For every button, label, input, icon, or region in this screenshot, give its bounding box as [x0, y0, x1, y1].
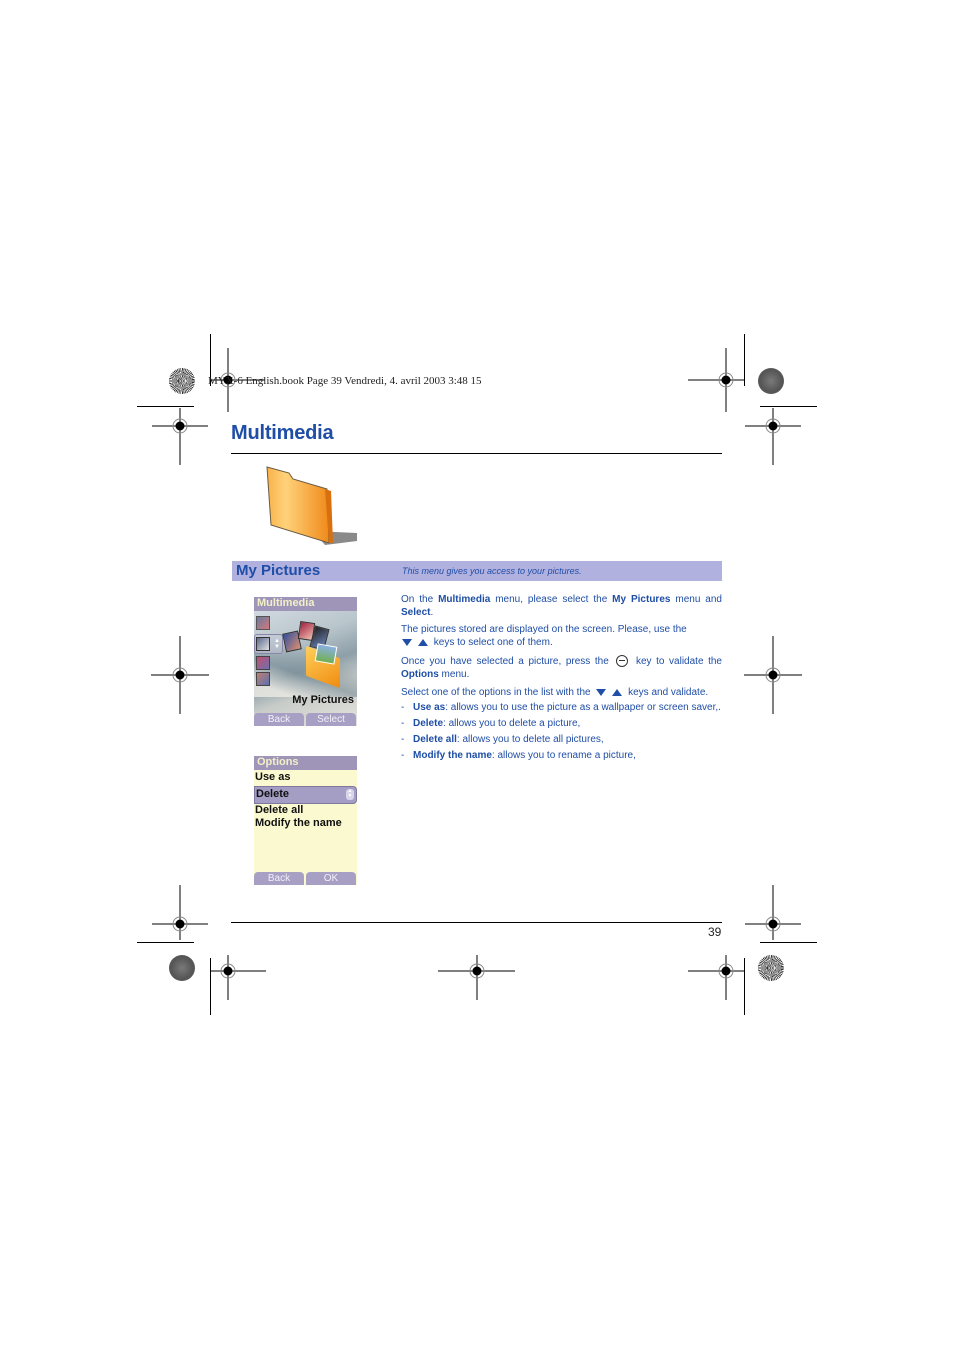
text: The pictures stored are displayed on the…: [401, 624, 687, 635]
scroll-arrows-icon: ▲ ▼: [274, 638, 280, 650]
phone-screen-options: Options Use as Delete ▲ ▼ Delete all Modi…: [254, 756, 357, 885]
bold-term: Multimedia: [438, 594, 491, 605]
color-target-icon: [758, 955, 784, 981]
registration-mark-icon: [688, 348, 744, 412]
crop-mark: [210, 958, 211, 1015]
screen-title: Multimedia: [257, 597, 315, 609]
screen-title-bar: Multimedia: [254, 597, 357, 611]
menu-icon-pictures[interactable]: [256, 637, 270, 651]
text: : allows you to rename a picture,: [491, 750, 636, 761]
list-item: - Delete: allows you to delete a picture,: [401, 718, 581, 729]
ok-softkey[interactable]: OK: [306, 872, 356, 885]
bold-term: Options: [401, 669, 439, 680]
text: key to validate the: [631, 656, 722, 667]
color-target-icon: [169, 368, 195, 394]
menu-icon-other[interactable]: [256, 672, 270, 686]
down-key-icon: [402, 638, 412, 646]
option-delete-selected[interactable]: Delete ▲ ▼: [254, 786, 357, 804]
text: .: [430, 607, 434, 618]
landscape-photo-icon: [314, 643, 338, 665]
gray-target-icon: [758, 368, 784, 394]
screen-title-bar: Options: [254, 756, 357, 770]
section-header: My Pictures This menu gives you access t…: [232, 561, 722, 581]
print-header: MYX-6 English.book Page 39 Vendredi, 4. …: [208, 375, 482, 387]
bold-term: Use as: [413, 702, 446, 713]
option-delete: Delete: [256, 788, 290, 800]
up-key-icon: [612, 688, 623, 696]
crop-mark: [760, 406, 817, 407]
section-title: My Pictures: [236, 562, 321, 579]
registration-mark-icon: [745, 408, 801, 465]
option-delete-all[interactable]: Delete all: [255, 804, 303, 816]
registration-mark-icon: [744, 636, 802, 714]
bold-term: Select: [401, 607, 431, 618]
softkey-bar: Back OK: [254, 872, 357, 885]
phone-screen-multimedia: Multimedia ▲ ▼ My Pictures Back Select: [254, 597, 357, 726]
footer-divider: [231, 922, 722, 923]
text: keys to select one of them.: [431, 637, 553, 648]
list-item: - Delete all: allows you to delete all pi…: [401, 734, 604, 745]
registration-mark-icon: [688, 955, 744, 1000]
back-softkey[interactable]: Back: [254, 872, 304, 885]
registration-mark-icon: [151, 636, 209, 714]
registration-mark-icon: [745, 885, 801, 940]
text: On the: [401, 594, 439, 605]
selected-menu-label: My Pictures: [292, 694, 354, 706]
gray-target-icon: [169, 955, 195, 981]
section-description: This menu gives you access to your pictu…: [402, 566, 582, 576]
bold-term: My Pictures: [612, 594, 671, 605]
menu-icon-sounds[interactable]: [256, 656, 270, 670]
registration-mark-icon: [152, 408, 208, 465]
option-use-as[interactable]: Use as: [255, 771, 290, 783]
paragraph-intro: On the Multimedia menu, please select th…: [401, 593, 722, 619]
text: : allows you to delete all pictures,: [456, 734, 604, 745]
page-title: Multimedia: [231, 422, 334, 444]
select-softkey[interactable]: Select: [306, 713, 356, 726]
text: keys and validate.: [625, 687, 709, 698]
scroll-arrows-icon: ▲ ▼: [346, 788, 354, 800]
text: Select one of the options in the list wi…: [401, 687, 591, 698]
up-key-icon: [418, 638, 428, 646]
crop-mark: [744, 334, 745, 386]
screen-title: Options: [257, 756, 299, 768]
ok-key-icon: [616, 655, 629, 668]
list-item: - Use as: allows you to use the picture a…: [401, 702, 721, 713]
softkey-bar: Back Select: [254, 713, 357, 726]
crop-mark: [744, 958, 745, 1015]
text: Once you have selected a picture, press …: [401, 656, 609, 667]
paragraph-options: Once you have selected a picture, press …: [401, 655, 722, 681]
bold-term: Delete all: [413, 734, 457, 745]
crop-mark: [760, 942, 817, 943]
list-item: - Modify the name: allows you to rename a…: [401, 750, 636, 761]
text: menu.: [438, 669, 470, 680]
crop-mark: [137, 406, 194, 407]
registration-mark-icon: [438, 955, 515, 1000]
paragraph-select: Select one of the options in the list wi…: [401, 686, 722, 699]
text: menu, please select the: [490, 594, 613, 605]
registration-mark-icon: [210, 955, 266, 1000]
down-key-icon: [596, 688, 607, 696]
page-number: 39: [708, 925, 722, 939]
menu-icon-photos[interactable]: [256, 616, 270, 630]
bold-term: Modify the name: [413, 750, 492, 761]
text: : allows you to delete a picture,: [443, 718, 581, 729]
title-divider: [231, 453, 722, 454]
paragraph-navigation: The pictures stored are displayed on the…: [401, 623, 722, 649]
option-modify-name[interactable]: Modify the name: [255, 817, 342, 829]
text: menu and: [670, 594, 722, 605]
back-softkey[interactable]: Back: [254, 713, 304, 726]
crop-mark: [137, 942, 194, 943]
text: : allows you to use the picture as a wal…: [445, 702, 721, 713]
registration-mark-icon: [152, 885, 208, 940]
folder-icon: [266, 466, 357, 545]
bold-term: Delete: [413, 718, 444, 729]
